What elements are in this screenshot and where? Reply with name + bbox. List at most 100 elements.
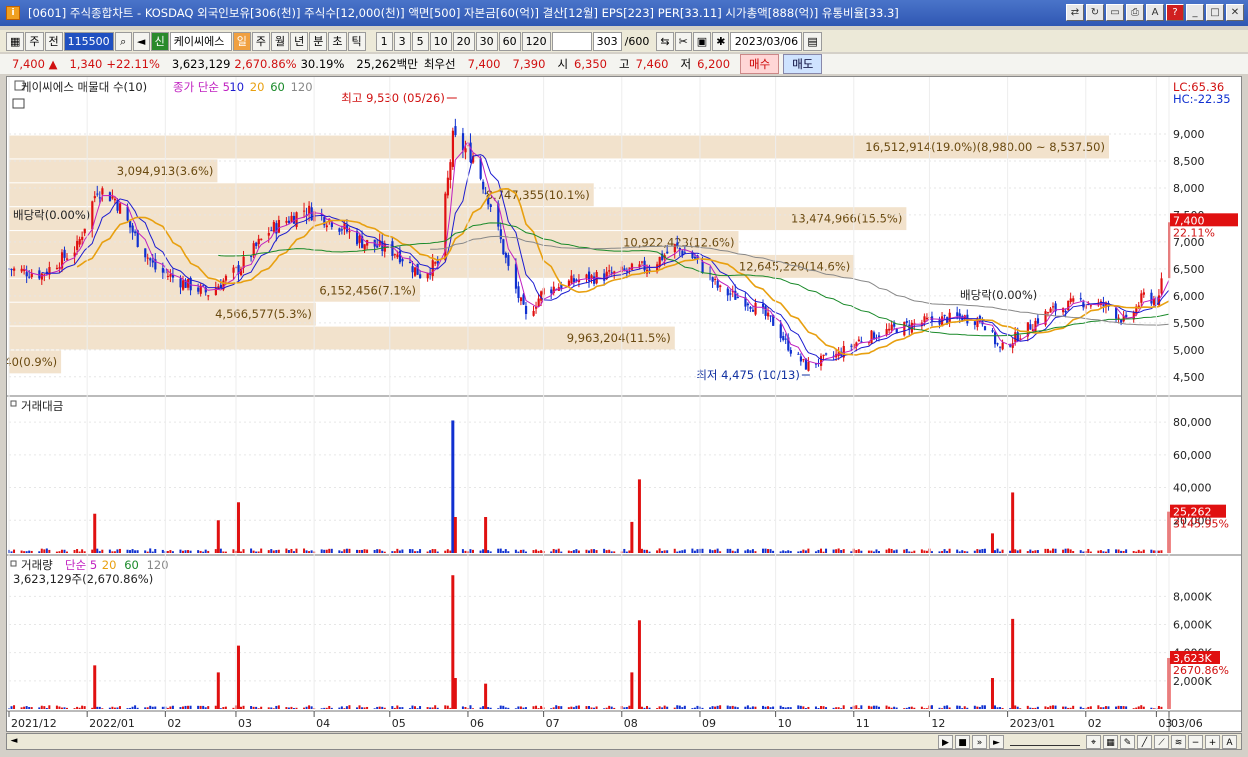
fibo-icon[interactable]: ≋: [1171, 734, 1186, 749]
zoom-slider[interactable]: [1010, 738, 1080, 746]
font-icon[interactable]: A: [1146, 4, 1164, 21]
volume-bar: [58, 706, 61, 709]
calendar-icon[interactable]: ▤: [803, 31, 822, 51]
close-button[interactable]: ✕: [1226, 4, 1244, 21]
value-panel-title: 거래대금: [21, 399, 63, 413]
value-bar: [60, 549, 63, 553]
stop-icon[interactable]: ■: [955, 734, 970, 749]
period-button-week[interactable]: 주: [251, 31, 271, 51]
zoom-in-icon[interactable]: +: [1205, 734, 1220, 749]
buy-button[interactable]: 매수: [740, 54, 780, 74]
tools-icon[interactable]: ✂: [674, 31, 692, 51]
fast-forward-icon[interactable]: »: [972, 734, 987, 749]
mode-select[interactable]: 주: [25, 31, 44, 51]
period-button-month[interactable]: 월: [271, 31, 290, 51]
candle-body: [719, 285, 722, 288]
y-tick-label: 8,500: [1173, 155, 1205, 168]
value-bar: [149, 548, 152, 553]
grid-icon[interactable]: ▦: [1103, 734, 1118, 749]
volume-bar: [1099, 707, 1102, 709]
zoom-out-icon[interactable]: −: [1188, 734, 1203, 749]
period-button-second[interactable]: 초: [328, 31, 347, 51]
speaker-icon[interactable]: ◄: [132, 31, 150, 51]
volume-bar: [330, 707, 333, 709]
play-icon[interactable]: ▶: [938, 734, 953, 749]
window-icon[interactable]: ▭: [1106, 4, 1124, 21]
search-icon[interactable]: ⌕: [114, 31, 132, 51]
candle-body: [166, 275, 170, 277]
compare-icon[interactable]: ⇆: [656, 31, 674, 51]
crosshair-icon[interactable]: ⌖: [1086, 734, 1101, 749]
link-icon[interactable]: ⇄: [1066, 4, 1084, 21]
volume-bar: [338, 707, 341, 709]
volume-bar: [504, 707, 507, 709]
settings-icon[interactable]: ✱: [712, 31, 730, 51]
sell-button[interactable]: 매도: [783, 54, 823, 74]
volume-bar: [101, 708, 104, 709]
value-bar: [749, 550, 752, 553]
interval-button[interactable]: 1: [375, 31, 393, 51]
interval-button[interactable]: 120: [521, 31, 551, 51]
scroll-left-icon[interactable]: ◄: [7, 734, 21, 749]
help-icon[interactable]: ?: [1166, 4, 1184, 21]
volume-bar: [772, 706, 775, 709]
volume-bar: [1117, 705, 1120, 709]
value-bar: [204, 549, 207, 553]
volume-profile-label: 6,152,456(7.1%): [319, 283, 416, 297]
period-button-minute[interactable]: 분: [309, 31, 328, 51]
period-button-day[interactable]: 일: [232, 31, 251, 51]
chart-type-icon[interactable]: ▦: [6, 31, 25, 51]
all-button[interactable]: 전: [44, 31, 63, 51]
y-tick-label: 6,500: [1173, 263, 1205, 276]
value-bar: [646, 549, 648, 553]
code-input[interactable]: 115500: [63, 31, 114, 51]
volume-bar: [797, 705, 800, 709]
volume-bar: [990, 678, 994, 709]
count-input[interactable]: 303: [592, 31, 622, 51]
volume-bar: [48, 705, 51, 709]
interval-button[interactable]: 3: [393, 31, 411, 51]
volume-bar: [910, 706, 913, 709]
font-size-icon[interactable]: A: [1222, 734, 1237, 749]
print-icon[interactable]: ⎙: [1126, 4, 1144, 21]
refresh-icon[interactable]: ↻: [1086, 4, 1104, 21]
volume-bar: [414, 706, 416, 709]
save-icon[interactable]: ▣: [692, 31, 712, 51]
candle-body: [434, 262, 437, 264]
value-bar: [449, 550, 452, 553]
line-icon[interactable]: ╱: [1137, 734, 1152, 749]
interval-button[interactable]: 5: [411, 31, 429, 51]
draw-icon[interactable]: ✎: [1120, 734, 1135, 749]
volume-bar: [676, 705, 679, 709]
candle-body: [1049, 308, 1052, 313]
value-bar: [590, 549, 593, 553]
interval-button[interactable]: 60: [498, 31, 521, 51]
volume-bar: [913, 707, 916, 709]
interval-input[interactable]: [551, 31, 592, 51]
interval-button[interactable]: 20: [452, 31, 475, 51]
period-button-tick[interactable]: 틱: [347, 31, 366, 51]
volume-bar: [38, 707, 41, 709]
date-input[interactable]: 2023/03/06: [730, 31, 803, 51]
volume-bar: [762, 705, 764, 709]
candle-body: [169, 274, 172, 277]
period-button-year[interactable]: 년: [290, 31, 309, 51]
stock-name-field[interactable]: 케이씨에스: [169, 31, 232, 51]
candle-body: [608, 270, 611, 272]
interval-button[interactable]: 30: [475, 31, 498, 51]
chart-area[interactable]: 16,512,914(19.0%)(8,980.00 ~ 8,537.50) 3,…: [0, 76, 1242, 732]
volume-bar: [943, 705, 946, 709]
chart-scrollbar[interactable]: ◄ ▶ ■ » ► ⌖ ▦ ✎ ╱ ⟋ ≋ − + A: [6, 733, 1242, 750]
trend-icon[interactable]: ⟋: [1154, 734, 1169, 749]
minimize-button[interactable]: _: [1186, 4, 1204, 21]
value-bar: [731, 550, 734, 553]
interval-button[interactable]: 10: [429, 31, 452, 51]
value-bar: [489, 551, 492, 553]
maximize-button[interactable]: □: [1206, 4, 1224, 21]
value-bar: [981, 549, 984, 553]
volume-bar: [502, 705, 505, 709]
stock-chart[interactable]: 16,512,914(19.0%)(8,980.00 ~ 8,537.50) 3,…: [0, 77, 1241, 731]
scroll-right-icon[interactable]: ►: [989, 734, 1004, 749]
volume-bar: [484, 683, 488, 709]
volume-bar: [637, 620, 641, 709]
